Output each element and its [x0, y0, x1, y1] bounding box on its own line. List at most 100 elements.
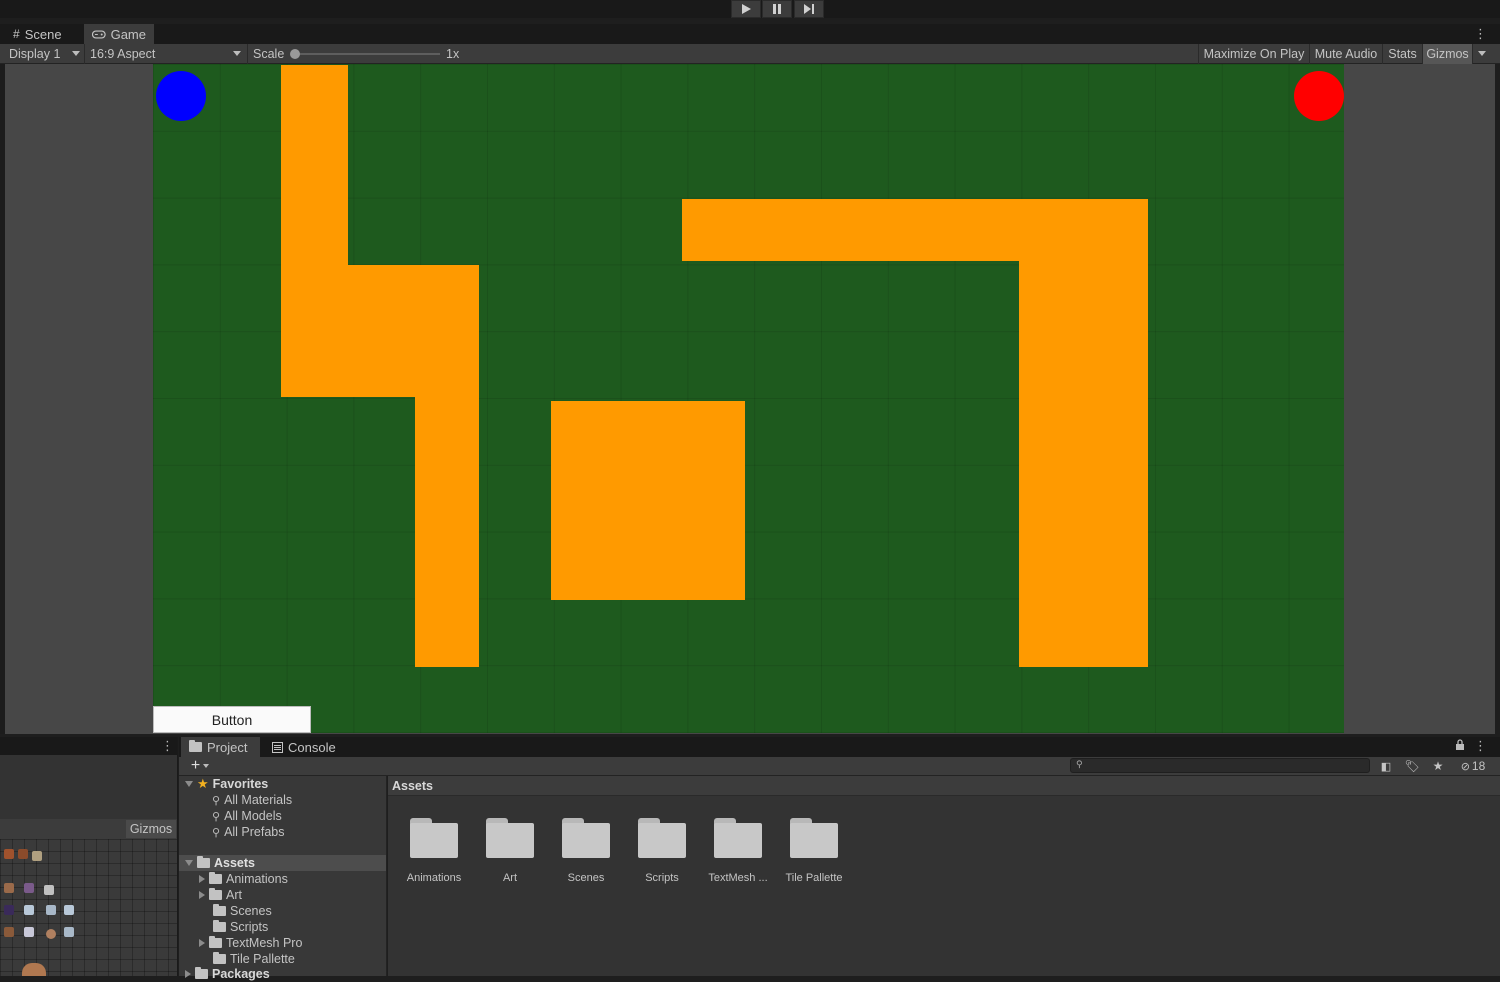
- tab-project-label: Project: [207, 739, 248, 755]
- tree-item-label: TextMesh Pro: [226, 936, 303, 950]
- chevron-down-icon: [233, 51, 241, 56]
- pause-button[interactable]: [762, 0, 792, 18]
- console-icon: [272, 741, 283, 753]
- tree-item-label: All Prefabs: [224, 825, 285, 839]
- folder-icon: [486, 818, 534, 858]
- tree-item-scripts[interactable]: Scripts: [213, 919, 268, 935]
- tag-icon: 🏷︎: [1404, 759, 1420, 773]
- tree-item-textmesh-pro[interactable]: TextMesh Pro: [199, 935, 302, 951]
- asset-folder-scripts[interactable]: Scripts: [624, 812, 700, 884]
- more-options-icon[interactable]: ⋮: [161, 738, 174, 754]
- more-options-icon[interactable]: ⋮: [1474, 26, 1487, 42]
- gizmos-toggle[interactable]: Gizmos: [1422, 44, 1472, 64]
- search-icon: ⚲: [212, 794, 221, 807]
- filter-by-type-button[interactable]: ◧: [1375, 757, 1397, 775]
- tile-palette-grid[interactable]: [0, 839, 177, 976]
- packages-label: Packages: [212, 967, 270, 981]
- tile-sprite[interactable]: [4, 905, 14, 915]
- tile-sprite[interactable]: [44, 885, 54, 895]
- asset-folder-label: Scenes: [567, 872, 605, 884]
- tile-sprite[interactable]: [24, 927, 34, 937]
- tree-item-all-prefabs[interactable]: ⚲ All Prefabs: [212, 824, 285, 840]
- tile-sprite[interactable]: [4, 849, 14, 859]
- tree-item-art[interactable]: Art: [199, 887, 242, 903]
- tile-sprite[interactable]: [32, 851, 42, 861]
- asset-folder-animations[interactable]: Animations: [396, 812, 472, 884]
- chevron-down-icon: [203, 764, 210, 768]
- create-dropdown[interactable]: +: [185, 757, 215, 775]
- tree-item-all-models[interactable]: ⚲ All Models: [212, 808, 282, 824]
- tree-item-label: Tile Pallette: [230, 952, 295, 966]
- tab-game[interactable]: Game: [84, 24, 154, 44]
- asset-folder-textmesh-pro[interactable]: TextMesh ...: [700, 812, 776, 884]
- maximize-label: Maximize On Play: [1203, 47, 1305, 61]
- tree-item-label: All Models: [224, 809, 282, 823]
- asset-folder-tile-pallette[interactable]: Tile Pallette: [776, 812, 852, 884]
- tile-sprite[interactable]: [64, 927, 74, 937]
- more-options-icon[interactable]: ⋮: [1474, 738, 1487, 754]
- breadcrumb-assets[interactable]: Assets: [392, 779, 433, 793]
- asset-folder-scenes[interactable]: Scenes: [548, 812, 624, 884]
- hidden-packages-toggle[interactable]: ⊘ 18: [1453, 757, 1493, 775]
- asset-folder-art[interactable]: Art: [472, 812, 548, 884]
- folder-icon: [189, 740, 202, 752]
- play-button[interactable]: [731, 0, 761, 18]
- collapse-arrow-icon: [199, 891, 205, 899]
- tile-sprite[interactable]: [4, 883, 14, 893]
- favorites-button[interactable]: ★: [1427, 757, 1449, 775]
- tree-item-tile-pallette[interactable]: Tile Pallette: [213, 951, 295, 967]
- tree-item-label: All Materials: [224, 793, 293, 807]
- tree-item-scenes[interactable]: Scenes: [213, 903, 272, 919]
- tile-sprite[interactable]: [46, 929, 56, 939]
- tree-item-label: Animations: [226, 872, 288, 886]
- folder-icon: [562, 818, 610, 858]
- search-input[interactable]: ⚲: [1070, 758, 1370, 773]
- folder-icon: [638, 818, 686, 858]
- tile-sprite[interactable]: [4, 927, 14, 937]
- step-button[interactable]: [794, 0, 824, 18]
- gizmos-dropdown[interactable]: [1472, 44, 1492, 64]
- maximize-on-play-toggle[interactable]: Maximize On Play: [1198, 44, 1309, 64]
- assets-label: Assets: [214, 856, 255, 870]
- pause-icon: [773, 4, 781, 14]
- tile-sprite[interactable]: [24, 905, 34, 915]
- blue-player: [156, 71, 206, 121]
- tile-sprite[interactable]: [46, 905, 56, 915]
- game-ui-button[interactable]: Button: [153, 706, 311, 733]
- tile-sprite[interactable]: [64, 905, 74, 915]
- scale-slider-track[interactable]: [295, 53, 440, 55]
- tile-palette-panel: ⋮ Gizmos: [0, 737, 178, 976]
- asset-folder-label: Tile Pallette: [785, 872, 843, 884]
- game-viewport[interactable]: Button: [153, 64, 1344, 733]
- tree-item-animations[interactable]: Animations: [199, 871, 288, 887]
- wall-block: [1019, 261, 1148, 667]
- tree-assets[interactable]: Assets: [185, 855, 255, 871]
- scale-slider-thumb[interactable]: [290, 49, 300, 59]
- tab-scene[interactable]: # Scene: [5, 24, 83, 44]
- project-tab-strip: [179, 737, 1500, 757]
- folder-icon: [213, 920, 226, 932]
- mute-audio-toggle[interactable]: Mute Audio: [1309, 44, 1382, 64]
- play-icon: [742, 4, 751, 14]
- tile-sprite[interactable]: [24, 883, 34, 893]
- tab-console[interactable]: Console: [264, 737, 344, 757]
- palette-gizmos-toggle[interactable]: Gizmos: [126, 820, 176, 838]
- tile-sprite[interactable]: [22, 963, 46, 976]
- tile-sprite[interactable]: [18, 849, 28, 859]
- grid-icon: #: [13, 27, 20, 41]
- tab-project[interactable]: Project: [181, 737, 260, 757]
- view-tab-strip: [0, 24, 1500, 44]
- aspect-dropdown[interactable]: 16:9 Aspect: [84, 44, 245, 64]
- lock-icon[interactable]: [1455, 739, 1465, 753]
- stats-toggle[interactable]: Stats: [1382, 44, 1422, 64]
- hidden-count: 18: [1471, 759, 1486, 773]
- folder-icon: [410, 818, 458, 858]
- filter-type-icon: ◧: [1380, 760, 1392, 773]
- tree-favorites[interactable]: ★ Favorites: [185, 776, 268, 792]
- palette-gizmos-label: Gizmos: [129, 822, 173, 836]
- display-dropdown[interactable]: Display 1: [4, 44, 84, 64]
- tree-item-all-materials[interactable]: ⚲ All Materials: [212, 792, 292, 808]
- wall-block: [682, 199, 1148, 261]
- tree-packages[interactable]: Packages: [185, 966, 270, 982]
- filter-by-label-button[interactable]: 🏷︎: [1401, 757, 1423, 775]
